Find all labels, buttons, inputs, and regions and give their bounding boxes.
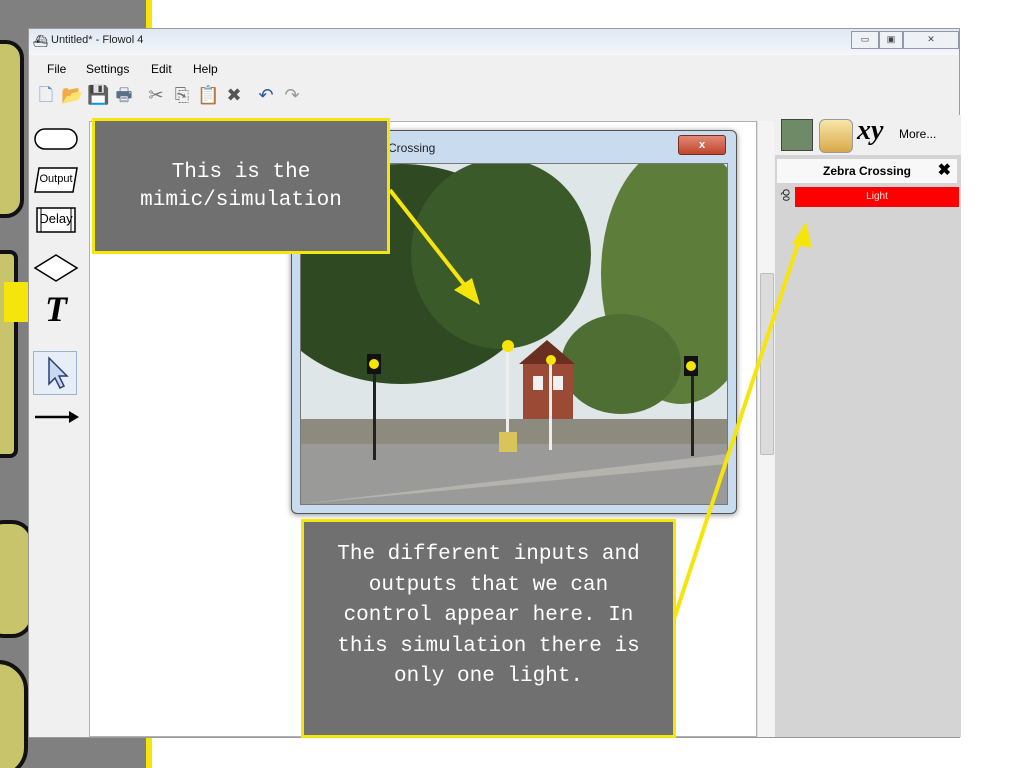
io-callout: The different inputs and outputs that we… (301, 519, 676, 738)
arrow-to-io (670, 237, 802, 626)
mimic-callout: This is the mimic/simulation (92, 118, 390, 254)
arrowhead-io (792, 222, 812, 248)
arrow-to-mimic (388, 188, 472, 294)
arrowhead-mimic (454, 278, 480, 305)
